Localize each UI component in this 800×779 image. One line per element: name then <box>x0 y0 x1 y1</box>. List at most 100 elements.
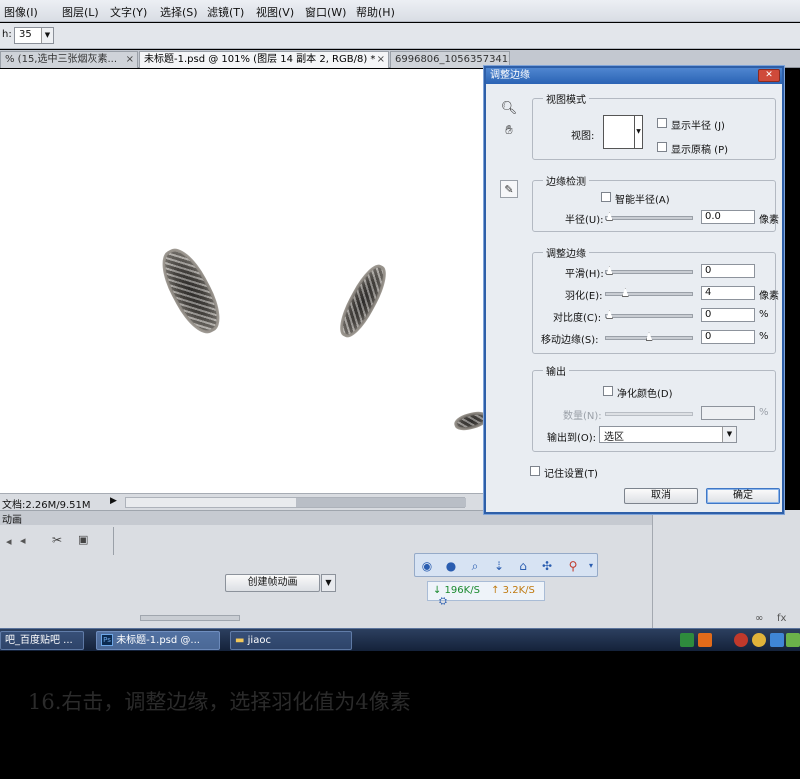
tutorial-caption: 16.右击，调整边缘，选择羽化值为4像素 <box>28 690 411 714</box>
tray-app-icon[interactable] <box>770 633 784 647</box>
tray-app-icon[interactable] <box>786 633 800 647</box>
effects-icon[interactable]: fx <box>777 613 786 624</box>
step-back-icon[interactable]: ◂ <box>6 535 12 548</box>
menu-item-type[interactable]: 文字(Y) <box>110 4 147 20</box>
group-title: 输出 <box>543 363 569 378</box>
taskbar-item-browser[interactable]: 吧_百度贴吧 ... <box>0 631 84 650</box>
taskbar-label: 吧_百度贴吧 ... <box>5 635 73 646</box>
menu-item-window[interactable]: 窗口(W) <box>305 4 346 20</box>
close-icon[interactable]: × <box>126 52 134 68</box>
tray-app-icon[interactable] <box>734 633 748 647</box>
output-group: 输出 净化颜色(D) 数量(N): % 输出到(O): 选区 ▼ <box>532 363 776 452</box>
shift-edge-input[interactable]: 0 <box>701 330 755 344</box>
radius-slider[interactable] <box>605 212 693 221</box>
menu-item-filter[interactable]: 滤镜(T) <box>207 4 244 20</box>
show-original-checkbox[interactable] <box>657 142 667 152</box>
horizontal-scrollbar[interactable] <box>125 497 466 508</box>
close-icon[interactable]: ✕ <box>758 69 780 82</box>
ash-fragment-right <box>332 259 394 343</box>
chevron-down-icon[interactable]: ▾ <box>583 558 599 574</box>
tray-app-icon[interactable] <box>680 633 694 647</box>
brush-size-select[interactable]: 35 ▼ <box>14 27 54 44</box>
output-to-select[interactable]: 选区 ▼ <box>599 426 737 443</box>
dialog-title: 调整边缘 <box>490 70 530 81</box>
feather-label: 羽化(E): <box>565 291 603 302</box>
menu-item-view[interactable]: 视图(V) <box>256 4 294 20</box>
group-title: 视图模式 <box>543 91 589 106</box>
play-circle-icon[interactable]: ◉ <box>419 558 435 574</box>
ok-button[interactable]: 确定 <box>706 488 780 504</box>
download-toolbar: ◉ ● ⌕ ⇣ ⌂ ✣ ⚲ ▾ <box>414 553 598 577</box>
settings-icon[interactable]: ⛭ <box>439 596 447 607</box>
tray-app-icon[interactable] <box>698 633 712 647</box>
link-icon[interactable]: ∞ <box>755 613 763 624</box>
download-icon[interactable]: ⇣ <box>491 558 507 574</box>
decontaminate-label: 净化颜色(D) <box>617 389 673 400</box>
view-label: 视图: <box>571 131 595 142</box>
download-speed: ↓ 196K/S <box>433 585 480 596</box>
scissors-icon[interactable]: ✂ <box>52 533 62 547</box>
tab-document-2[interactable]: 未标题-1.psd @ 101% (图层 14 副本 2, RGB/8) * × <box>139 51 389 68</box>
upload-speed: ↑ 3.2K/S <box>491 585 535 596</box>
document-canvas[interactable] <box>0 69 484 493</box>
radius-input[interactable]: 0.0 <box>701 210 755 224</box>
play-arrow-icon[interactable]: ▶ <box>110 496 117 506</box>
feather-input[interactable]: 4 <box>701 286 755 300</box>
menu-item-image[interactable]: 图像(I) <box>4 4 38 20</box>
slider-knob[interactable] <box>606 212 613 221</box>
refine-radius-brush-icon[interactable]: ✎ <box>500 180 518 198</box>
decontaminate-checkbox[interactable] <box>603 386 613 396</box>
feather-unit: 像素 <box>759 291 779 302</box>
taskbar-item-folder[interactable]: ▬ jiaoc <box>230 631 352 650</box>
show-radius-checkbox[interactable] <box>657 118 667 128</box>
smooth-label: 平滑(H): <box>565 269 604 280</box>
feather-slider[interactable] <box>605 288 693 297</box>
create-frame-animation-button[interactable]: 创建帧动画 <box>225 574 320 592</box>
slider-knob[interactable] <box>606 266 613 275</box>
search-icon[interactable]: ⌕ <box>467 558 483 574</box>
dialog-title-bar[interactable]: 调整边缘 ✕ <box>486 68 782 84</box>
radius-unit: 像素 <box>759 215 779 226</box>
group-title: 边缘检测 <box>543 173 589 188</box>
slider-knob[interactable] <box>645 332 653 341</box>
contrast-input[interactable]: 0 <box>701 308 755 322</box>
chevron-down-icon[interactable]: ▼ <box>41 28 53 43</box>
adjust-edge-group: 调整边缘 平滑(H): 0 羽化(E): 4 像素 对比度(C): 0 % 移动… <box>532 245 779 354</box>
output-to-value: 选区 <box>604 432 624 443</box>
zoom-tool-icon[interactable]: 🔍︎ <box>500 100 518 118</box>
smooth-input[interactable]: 0 <box>701 264 755 278</box>
divider <box>113 527 114 555</box>
tray-app-icon[interactable] <box>752 633 766 647</box>
photoshop-icon: Ps <box>101 634 113 646</box>
scrollbar-thumb[interactable] <box>296 498 466 507</box>
contrast-slider[interactable] <box>605 310 693 319</box>
slider-knob[interactable] <box>621 288 629 297</box>
menu-item-layer[interactable]: 图层(L) <box>62 4 99 20</box>
slider-knob[interactable] <box>606 310 613 319</box>
amount-label: 数量(N): <box>563 411 602 422</box>
menu-item-help[interactable]: 帮助(H) <box>356 4 395 20</box>
hand-tool-icon[interactable]: ✋︎ <box>500 122 518 140</box>
timeline-slider[interactable] <box>140 615 240 621</box>
close-icon[interactable]: × <box>377 52 385 68</box>
lock-icon[interactable]: ⌂ <box>515 558 531 574</box>
tab-label: 6996806_105635734124_2.jpg @ 143%(... <box>395 54 509 65</box>
smart-radius-checkbox[interactable] <box>601 192 611 202</box>
chevron-down-icon[interactable]: ▼ <box>321 574 336 592</box>
chevron-down-icon[interactable]: ▼ <box>722 427 736 442</box>
cancel-button[interactable]: 取消 <box>624 488 698 504</box>
edge-detection-group: 边缘检测 智能半径(A) 半径(U): 0.0 像素 <box>532 173 779 232</box>
new-frame-icon[interactable]: ▣ <box>78 533 88 546</box>
taskbar-item-photoshop[interactable]: Ps 未标题-1.psd @... <box>96 631 220 650</box>
location-icon[interactable]: ⚲ <box>565 558 581 574</box>
smooth-slider[interactable] <box>605 266 693 275</box>
prev-frame-icon[interactable]: ◂ <box>20 534 26 547</box>
taskbar: 吧_百度贴吧 ... Ps 未标题-1.psd @... ▬ jiaoc <box>0 628 800 651</box>
tools-icon[interactable]: ✣ <box>539 558 555 574</box>
shift-edge-slider[interactable] <box>605 332 693 341</box>
user-icon[interactable]: ● <box>443 558 459 574</box>
view-mode-picker[interactable]: ▼ <box>603 115 643 149</box>
remember-settings-checkbox[interactable] <box>530 466 540 476</box>
menu-item-select[interactable]: 选择(S) <box>160 4 198 20</box>
tab-document-1[interactable]: % (15,选中三张烟灰素... × <box>0 51 138 68</box>
